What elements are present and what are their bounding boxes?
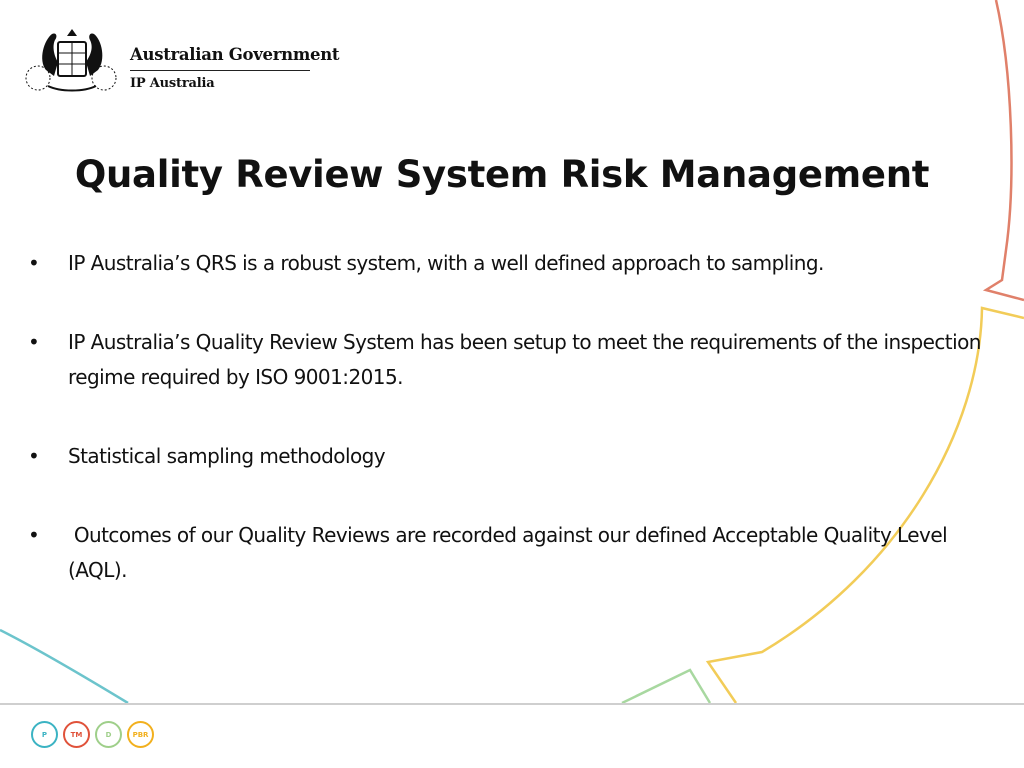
patents-icon: P <box>31 721 58 748</box>
bullet-item: • Outcomes of our Quality Reviews are re… <box>28 518 988 588</box>
footer-ip-rights-icons: P TM D PBR <box>31 721 154 748</box>
government-name: Australian Government <box>130 45 340 64</box>
bullet-text: Outcomes of our Quality Reviews are reco… <box>68 523 953 582</box>
bullet-marker: • <box>28 523 40 547</box>
slide-title: Quality Review System Risk Management <box>74 153 930 196</box>
bullet-marker: • <box>28 251 40 275</box>
logo-divider <box>130 70 310 71</box>
government-logo: Australian Government IP Australia <box>24 26 340 98</box>
agency-name: IP Australia <box>130 76 215 91</box>
teal-arc <box>0 628 129 705</box>
footer-divider <box>0 703 1024 705</box>
red-arc <box>982 0 1024 302</box>
bullet-marker: • <box>28 330 40 354</box>
bullet-item: • IP Australia’s QRS is a robust system,… <box>28 246 988 281</box>
green-arc <box>621 668 712 705</box>
trade-marks-icon: TM <box>63 721 90 748</box>
bullet-list: • IP Australia’s QRS is a robust system,… <box>28 246 988 632</box>
bullet-text: Statistical sampling methodology <box>68 444 386 468</box>
bullet-item: • Statistical sampling methodology <box>28 439 988 474</box>
plant-breeders-rights-icon: PBR <box>127 721 154 748</box>
coat-of-arms-icon <box>25 29 117 92</box>
bullet-item: • IP Australia’s Quality Review System h… <box>28 325 988 395</box>
bullet-marker: • <box>28 444 40 468</box>
bullet-text: IP Australia’s Quality Review System has… <box>68 330 981 389</box>
bullet-text: IP Australia’s QRS is a robust system, w… <box>68 251 824 275</box>
designs-icon: D <box>95 721 122 748</box>
